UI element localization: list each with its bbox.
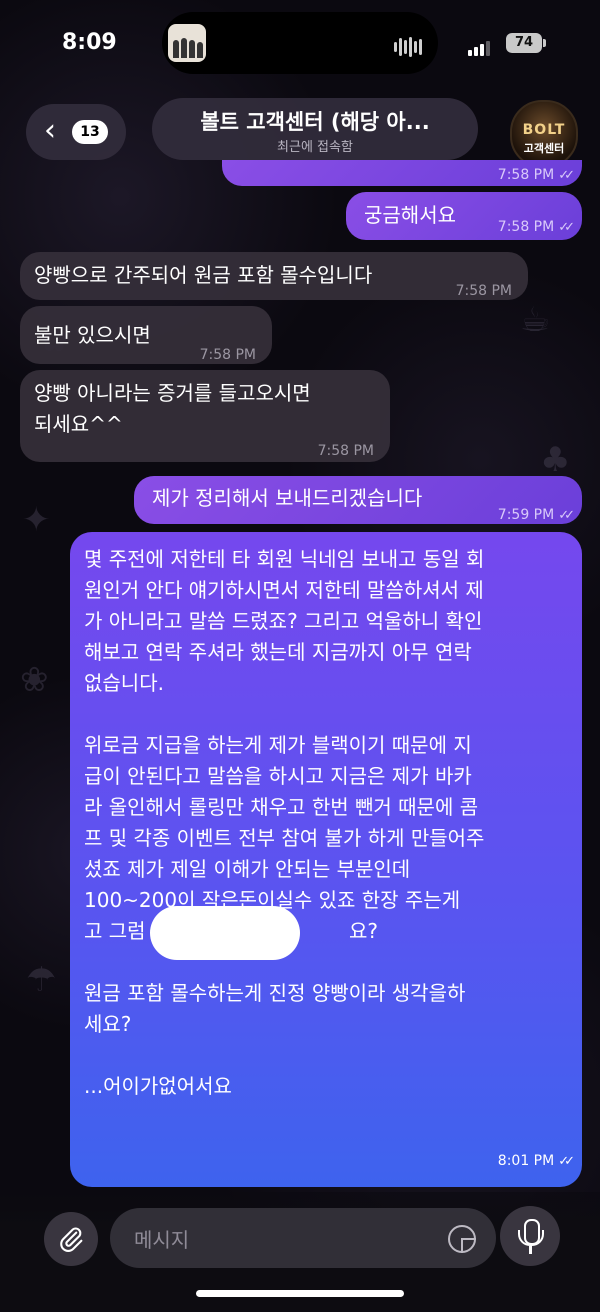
doodle-icon: ☕ xyxy=(520,300,551,340)
message-bubble-outgoing[interactable]: 궁금해서요 7:58 PM ✓✓ xyxy=(346,192,582,240)
avatar-logo-text: BOLT xyxy=(522,122,566,138)
message-bubble-incoming[interactable]: 양빵 아니라는 증거를 들고오시면 되세요^^ 7:58 PM xyxy=(20,370,390,462)
message-time: 7:58 PM ✓✓ xyxy=(497,219,575,235)
read-check-icon: ✓✓ xyxy=(558,220,575,235)
message-time: 7:58 PM xyxy=(199,347,256,363)
message-bubble-incoming[interactable]: 양빵으로 간주되어 원금 포함 몰수입니다 7:58 PM xyxy=(20,252,528,300)
doodle-icon: ♣ xyxy=(540,440,571,480)
message-bubble-outgoing[interactable]: 7:58 PM ✓✓ xyxy=(222,160,582,186)
doodle-icon: ❀ xyxy=(20,660,49,700)
read-check-icon: ✓✓ xyxy=(558,1154,575,1169)
voice-record-button[interactable] xyxy=(500,1206,560,1266)
chat-title-bar[interactable]: 볼트 고객센터 (해당 아... 최근에 접속함 xyxy=(152,98,478,160)
status-time: 8:09 xyxy=(62,30,117,55)
message-bubble-outgoing[interactable]: 몇 주전에 저한테 타 회원 닉네임 보내고 동일 회 원인거 안다 얘기하시면… xyxy=(70,532,582,1187)
paperclip-icon xyxy=(60,1227,83,1252)
doodle-icon: ☂ xyxy=(26,960,57,1000)
chat-status: 최근에 접속함 xyxy=(277,140,353,155)
avatar[interactable]: BOLT 고객센터 xyxy=(510,100,578,168)
attach-button[interactable] xyxy=(44,1212,98,1266)
message-text: 양빵 아니라는 증거를 들고오시면 xyxy=(34,381,311,405)
message-time: 7:59 PM ✓✓ xyxy=(497,507,575,523)
message-time: 7:58 PM ✓✓ xyxy=(497,167,575,183)
sticker-icon[interactable] xyxy=(448,1225,476,1253)
read-check-icon: ✓✓ xyxy=(558,508,575,523)
message-time: 7:58 PM xyxy=(317,443,374,459)
message-text: 양빵으로 간주되어 원금 포함 몰수입니다 xyxy=(34,263,373,287)
message-input[interactable]: 메시지 xyxy=(110,1208,496,1268)
read-check-icon: ✓✓ xyxy=(558,168,575,183)
dynamic-island xyxy=(162,12,438,74)
signal-icon xyxy=(468,37,492,56)
chat-title: 볼트 고객센터 (해당 아... xyxy=(200,110,430,134)
message-text: 궁금해서요 xyxy=(364,203,456,227)
audio-wave-icon xyxy=(394,36,424,57)
now-playing-thumbnail xyxy=(168,24,206,62)
message-bubble-outgoing[interactable]: 제가 정리해서 보내드리겠습니다 7:59 PM ✓✓ xyxy=(134,476,582,524)
redaction-mark xyxy=(150,906,300,960)
message-time: 7:58 PM xyxy=(455,283,512,299)
doodle-icon: ✦ xyxy=(22,500,51,540)
message-input-placeholder: 메시지 xyxy=(134,1228,190,1252)
message-time: 8:01 PM ✓✓ xyxy=(497,1153,575,1169)
battery-icon: 74 xyxy=(506,33,546,53)
home-indicator xyxy=(196,1290,404,1297)
unread-count-badge: 13 xyxy=(72,120,108,144)
avatar-logo-subtext: 고객센터 xyxy=(523,142,565,155)
message-paragraph: ...어이가없어서요 xyxy=(84,1074,232,1098)
back-button[interactable]: ‹ 13 xyxy=(26,104,126,160)
message-paragraph: 몇 주전에 저한테 타 회원 닉네임 보내고 동일 회 원인거 안다 얘기하시면… xyxy=(84,547,485,695)
message-paragraph: 원금 포함 몰수하는게 진정 양빵이라 생각을하 세요? xyxy=(84,981,466,1036)
message-text: 제가 정리해서 보내드리겠습니다 xyxy=(152,486,423,510)
message-bubble-incoming[interactable]: 불만 있으시면 7:58 PM xyxy=(20,306,272,364)
message-text: 불만 있으시면 xyxy=(34,323,151,347)
chevron-left-icon: ‹ xyxy=(44,113,56,148)
